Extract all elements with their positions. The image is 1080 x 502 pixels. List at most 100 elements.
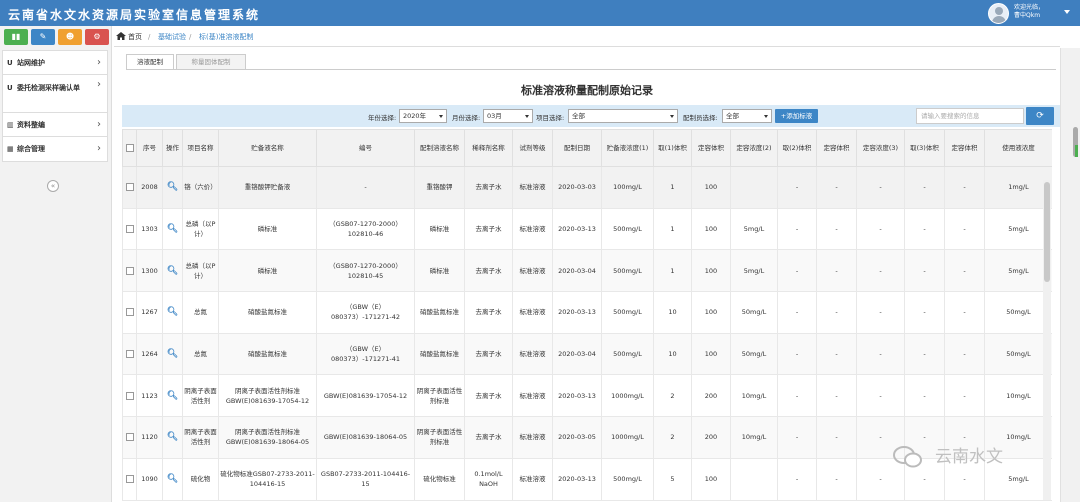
- tab-solution[interactable]: 溶液配制: [126, 54, 174, 70]
- chevron-right-icon: ›: [97, 119, 101, 130]
- table-cell: 50mg/L: [984, 291, 1052, 334]
- row-checkbox[interactable]: [125, 391, 134, 400]
- month-select[interactable]: 03月: [483, 109, 533, 123]
- sidebar-item-entrust[interactable]: U 委托检测采样确认单 ›: [3, 75, 107, 113]
- table-cell: 去离子水: [464, 166, 513, 209]
- breadcrumb-level1[interactable]: 基础试验: [158, 27, 186, 47]
- sidebar-collapse-button[interactable]: «: [47, 180, 59, 192]
- table-row[interactable]: 1267 🔍︎ 总氮 硝酸盐氮标准 （GBW（E）080373）-171271-42 硝酸…: [122, 291, 1052, 334]
- page-scrollbar[interactable]: [1060, 48, 1080, 502]
- table-cell: 500mg/L: [601, 332, 654, 376]
- signal-icon[interactable]: ▮▮: [4, 29, 28, 45]
- table-cell: 2020-03-13: [552, 207, 602, 251]
- cogs-icon[interactable]: ⚙: [85, 29, 109, 45]
- table-cell: -: [816, 374, 857, 418]
- table-cell: 硫化物标准: [414, 457, 465, 501]
- table-cell: 50mg/L: [984, 332, 1052, 376]
- scroll-indicator: [1075, 145, 1078, 157]
- column-header: 配制日期: [552, 129, 602, 167]
- table-cell: -: [904, 249, 945, 293]
- avatar[interactable]: [988, 3, 1009, 24]
- table-cell: 总氮: [182, 291, 219, 334]
- caret-down-icon[interactable]: [1064, 10, 1070, 14]
- pencil-icon[interactable]: ✎: [31, 29, 55, 45]
- header-checkbox[interactable]: [122, 129, 137, 167]
- column-header: 定容浓度(2): [730, 129, 778, 167]
- sidebar-item-compile[interactable]: ▥ 资料整编 ›: [3, 113, 107, 137]
- breadcrumb-home[interactable]: 首页: [128, 27, 142, 47]
- table-cell: 磷标准: [218, 249, 317, 293]
- row-checkbox[interactable]: [125, 266, 134, 275]
- table-cell: 500mg/L: [601, 291, 654, 334]
- table-cell: -: [856, 207, 905, 251]
- table-cell: 1000mg/L: [601, 374, 654, 418]
- view-detail-icon[interactable]: 🔍︎: [167, 266, 178, 276]
- sidebar-item-station[interactable]: U 站网维护 ›: [3, 51, 107, 75]
- wechat-icon: [893, 446, 922, 468]
- users-icon[interactable]: ☻: [58, 29, 82, 45]
- search-input[interactable]: [916, 108, 1024, 124]
- row-checkbox[interactable]: [125, 308, 134, 317]
- table-cell: -: [777, 291, 817, 334]
- refresh-icon[interactable]: ⟳: [1026, 107, 1054, 125]
- sidebar-shortcuts: ▮▮ ✎ ☻ ⚙: [4, 29, 109, 45]
- view-detail-icon[interactable]: 🔍︎: [167, 432, 178, 442]
- sidebar-item-label: 综合管理: [17, 145, 45, 153]
- table-row[interactable]: 2008 🔍︎ 铬（六价） 重铬酸钾贮备液 - 重铬酸钾 去离子水 标准溶液 2020-03-0…: [122, 166, 1052, 209]
- view-detail-icon[interactable]: 🔍︎: [167, 182, 178, 192]
- select-all-checkbox[interactable]: [125, 144, 134, 152]
- column-header: 定容浓度(3): [856, 129, 905, 167]
- table-cell: 10mg/L: [730, 416, 778, 459]
- table-row[interactable]: 1300 🔍︎ 总磷（以P计） 磷标准 （GSB07-1270-2000）102810-…: [122, 249, 1052, 293]
- table-cell: [730, 166, 778, 209]
- table-cell: [122, 166, 137, 209]
- table-cell: （GSB07-1270-2000）102810-45: [316, 249, 415, 293]
- view-detail-icon[interactable]: 🔍︎: [167, 391, 178, 401]
- table-cell: 2020-03-03: [552, 166, 602, 209]
- row-checkbox[interactable]: [125, 433, 134, 442]
- grid-icon: ▦: [7, 145, 14, 153]
- view-detail-icon[interactable]: 🔍︎: [167, 474, 178, 484]
- view-detail-icon[interactable]: 🔍︎: [167, 349, 178, 359]
- chevron-right-icon: ›: [97, 57, 101, 68]
- table-cell: -: [904, 374, 945, 418]
- sidebar-item-label: 站网维护: [17, 59, 45, 67]
- tab-divider: [126, 69, 1056, 70]
- column-header: 取(3)体积: [904, 129, 945, 167]
- month-label: 月份选择:: [452, 114, 481, 122]
- person-select[interactable]: 全部: [722, 109, 772, 123]
- year-select[interactable]: 2020年: [399, 109, 447, 123]
- project-select[interactable]: 全部: [568, 109, 678, 123]
- table-cell: 磷标准: [414, 207, 465, 251]
- table-cell: 硫化物: [182, 457, 219, 501]
- table-cell: 100: [691, 249, 731, 293]
- row-checkbox[interactable]: [125, 183, 134, 192]
- year-label: 年份选择:: [368, 114, 397, 122]
- chevron-right-icon: ›: [97, 79, 101, 90]
- table-cell: -: [904, 332, 945, 376]
- table-cell: 500mg/L: [601, 457, 654, 501]
- table-row[interactable]: 1123 🔍︎ 阴离子表面活性剂 阴离子表面活性剂标准GBW(E)081639-170…: [122, 374, 1052, 418]
- view-detail-icon[interactable]: 🔍︎: [167, 224, 178, 234]
- table-cell: 5: [653, 457, 692, 501]
- table-cell: 500mg/L: [601, 249, 654, 293]
- user-menu[interactable]: 欢迎光临， 曹中Qkm: [986, 1, 1080, 25]
- sidebar-item-manage[interactable]: ▦ 综合管理 ›: [3, 137, 107, 161]
- row-checkbox[interactable]: [125, 350, 134, 359]
- row-checkbox[interactable]: [125, 475, 134, 484]
- table-cell: GBW(E)081639-17054-12: [316, 374, 415, 418]
- table-scrollbar-thumb[interactable]: [1044, 182, 1050, 282]
- table-row[interactable]: 1264 🔍︎ 总氮 硝酸盐氮标准 （GBW（E）080373）-171271-41 硝酸…: [122, 332, 1052, 376]
- table-cell: 去离子水: [464, 291, 513, 334]
- table-cell: 10: [653, 332, 692, 376]
- row-checkbox[interactable]: [125, 225, 134, 234]
- sidebar-item-label: 资料整编: [17, 121, 45, 129]
- column-header: 编号: [316, 129, 415, 167]
- breadcrumb-level2[interactable]: 标(基)准溶液配制: [199, 27, 253, 47]
- tab-solid[interactable]: 称量固体配制: [176, 54, 246, 70]
- view-detail-icon[interactable]: 🔍︎: [167, 307, 178, 317]
- table-row[interactable]: 1303 🔍︎ 总磷（以P计） 磷标准 （GSB07-1270-2000）102810-…: [122, 207, 1052, 251]
- table-cell: 重铬酸钾贮备液: [218, 166, 317, 209]
- add-standard-button[interactable]: +添加标液: [775, 109, 818, 123]
- table-cell: 🔍︎: [162, 332, 183, 376]
